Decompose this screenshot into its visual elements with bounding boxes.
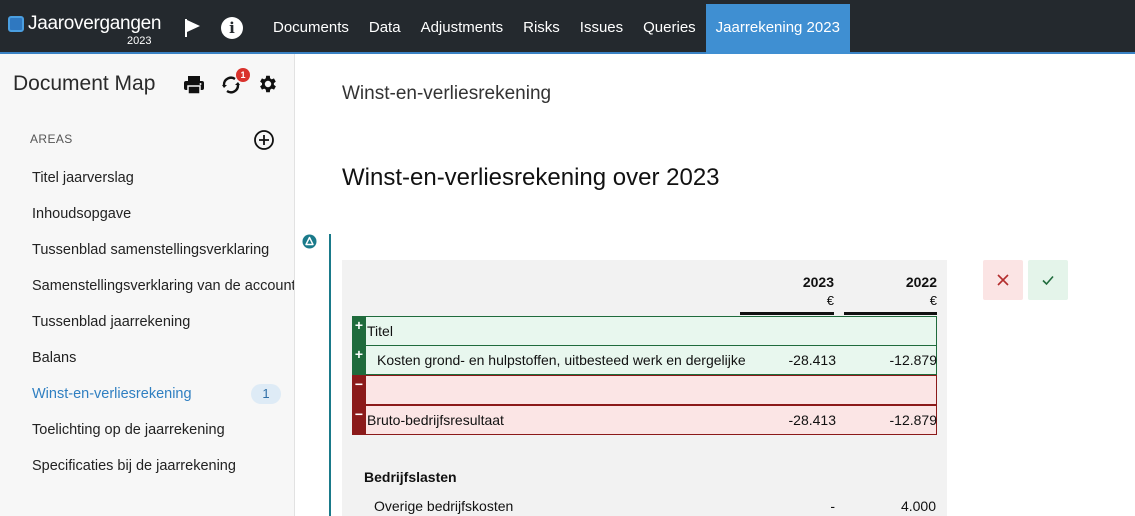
top-bar: Jaarovergangen 2023 i Documents Data Adj… xyxy=(0,0,1135,54)
change-indicator-line xyxy=(329,234,331,516)
row-value-2022: 4.000 xyxy=(900,498,936,514)
document-title: Winst-en-verliesrekening over 2023 xyxy=(342,164,720,191)
nav-risks[interactable]: Risks xyxy=(513,4,570,54)
sidebar-item-label: Winst-en-verliesrekening xyxy=(32,386,192,402)
table-row[interactable]: Overige bedrijfskosten - 4.000 xyxy=(374,498,937,516)
sidebar-item-inhoudsopgave[interactable]: Inhoudsopgave xyxy=(0,196,294,232)
table-row-removed[interactable]: − Bruto-bedrijfsresultaat -28.413 -12.87… xyxy=(352,405,937,435)
accept-change-button[interactable] xyxy=(1028,260,1068,300)
nav-queries[interactable]: Queries xyxy=(633,4,706,54)
flag-icon[interactable] xyxy=(183,18,203,38)
table-row-removed[interactable]: − xyxy=(352,375,937,405)
sidebar-item-titel-jaarverslag[interactable]: Titel jaarverslag xyxy=(0,160,294,196)
gear-icon[interactable] xyxy=(257,73,279,95)
sidebar-title: Document Map xyxy=(13,72,156,95)
page-heading: Winst-en-verliesrekening xyxy=(342,83,552,104)
app-title: Jaarovergangen xyxy=(28,13,162,34)
areas-label: AREAS xyxy=(30,132,73,146)
row-value-2023: -28.413 xyxy=(788,352,836,368)
row-label: Kosten grond- en hulpstoffen, uitbesteed… xyxy=(377,352,746,368)
table-row-added[interactable]: + Kosten grond- en hulpstoffen, uitbeste… xyxy=(352,345,937,375)
reject-change-button[interactable] xyxy=(983,260,1023,300)
close-icon xyxy=(997,274,1009,286)
financial-table: 2023 € 2022 € + Titel + Kosten grond- en… xyxy=(342,260,947,516)
column-header-2023: 2023 xyxy=(802,274,834,290)
sidebar-item-balans[interactable]: Balans xyxy=(0,340,294,376)
main-content: Winst-en-verliesrekening Winst-en-verlie… xyxy=(296,54,1135,516)
added-marker: + xyxy=(352,316,366,346)
row-value-2023: - xyxy=(830,498,835,514)
row-value-2022: -12.879 xyxy=(889,412,937,428)
print-icon[interactable] xyxy=(183,75,205,95)
sidebar-item-winst-en-verliesrekening[interactable]: Winst-en-verliesrekening 1 xyxy=(0,376,294,412)
add-circle-icon[interactable] xyxy=(253,129,275,151)
sync-count-badge: 1 xyxy=(236,68,250,82)
column-underline-2022 xyxy=(844,312,937,315)
row-label: Bruto-bedrijfsresultaat xyxy=(367,412,504,428)
column-underline-2023 xyxy=(740,312,834,315)
nav-jaarrekening-2023[interactable]: Jaarrekening 2023 xyxy=(705,4,850,54)
sidebar-item-tussenblad-jaarrekening[interactable]: Tussenblad jaarrekening xyxy=(0,304,294,340)
sidebar-item-samenstellingsverklaring[interactable]: Samenstellingsverklaring van de accounta… xyxy=(0,268,294,304)
row-value-2022: -12.879 xyxy=(889,352,937,368)
warning-triangle-icon[interactable] xyxy=(302,234,317,249)
row-value-2023: -28.413 xyxy=(788,412,836,428)
table-row-added[interactable]: + Titel xyxy=(352,316,937,346)
added-marker: + xyxy=(352,345,366,375)
nav-data[interactable]: Data xyxy=(359,4,411,54)
app-logo[interactable]: Jaarovergangen xyxy=(8,13,161,35)
removed-marker: − xyxy=(352,375,366,405)
document-map-sidebar: Document Map 1 AREAS Titel jaarverslag I… xyxy=(0,54,295,516)
info-icon[interactable]: i xyxy=(221,17,243,39)
row-label: Titel xyxy=(367,323,393,339)
sidebar-item-toelichting[interactable]: Toelichting op de jaarrekening xyxy=(0,412,294,448)
nav-adjustments[interactable]: Adjustments xyxy=(411,4,514,54)
row-label: Overige bedrijfskosten xyxy=(374,498,514,514)
app-year: 2023 xyxy=(127,35,152,47)
nav-documents[interactable]: Documents xyxy=(263,4,359,54)
section-title: Bedrijfslasten xyxy=(364,469,457,485)
sidebar-item-specificaties[interactable]: Specificaties bij de jaarrekening xyxy=(0,448,294,484)
column-header-2022: 2022 xyxy=(905,274,937,290)
logo-icon xyxy=(8,16,24,32)
main-nav: Documents Data Adjustments Risks Issues … xyxy=(263,4,850,54)
nav-issues[interactable]: Issues xyxy=(570,4,633,54)
removed-marker: − xyxy=(352,405,366,435)
areas-list: Titel jaarverslag Inhoudsopgave Tussenbl… xyxy=(0,160,294,484)
column-currency-2022: € xyxy=(929,293,937,308)
issue-count-badge: 1 xyxy=(251,384,281,404)
check-icon xyxy=(1042,275,1054,286)
sidebar-item-tussenblad-samenstellingsverklaring[interactable]: Tussenblad samenstellingsverklaring xyxy=(0,232,294,268)
column-currency-2023: € xyxy=(826,293,834,308)
